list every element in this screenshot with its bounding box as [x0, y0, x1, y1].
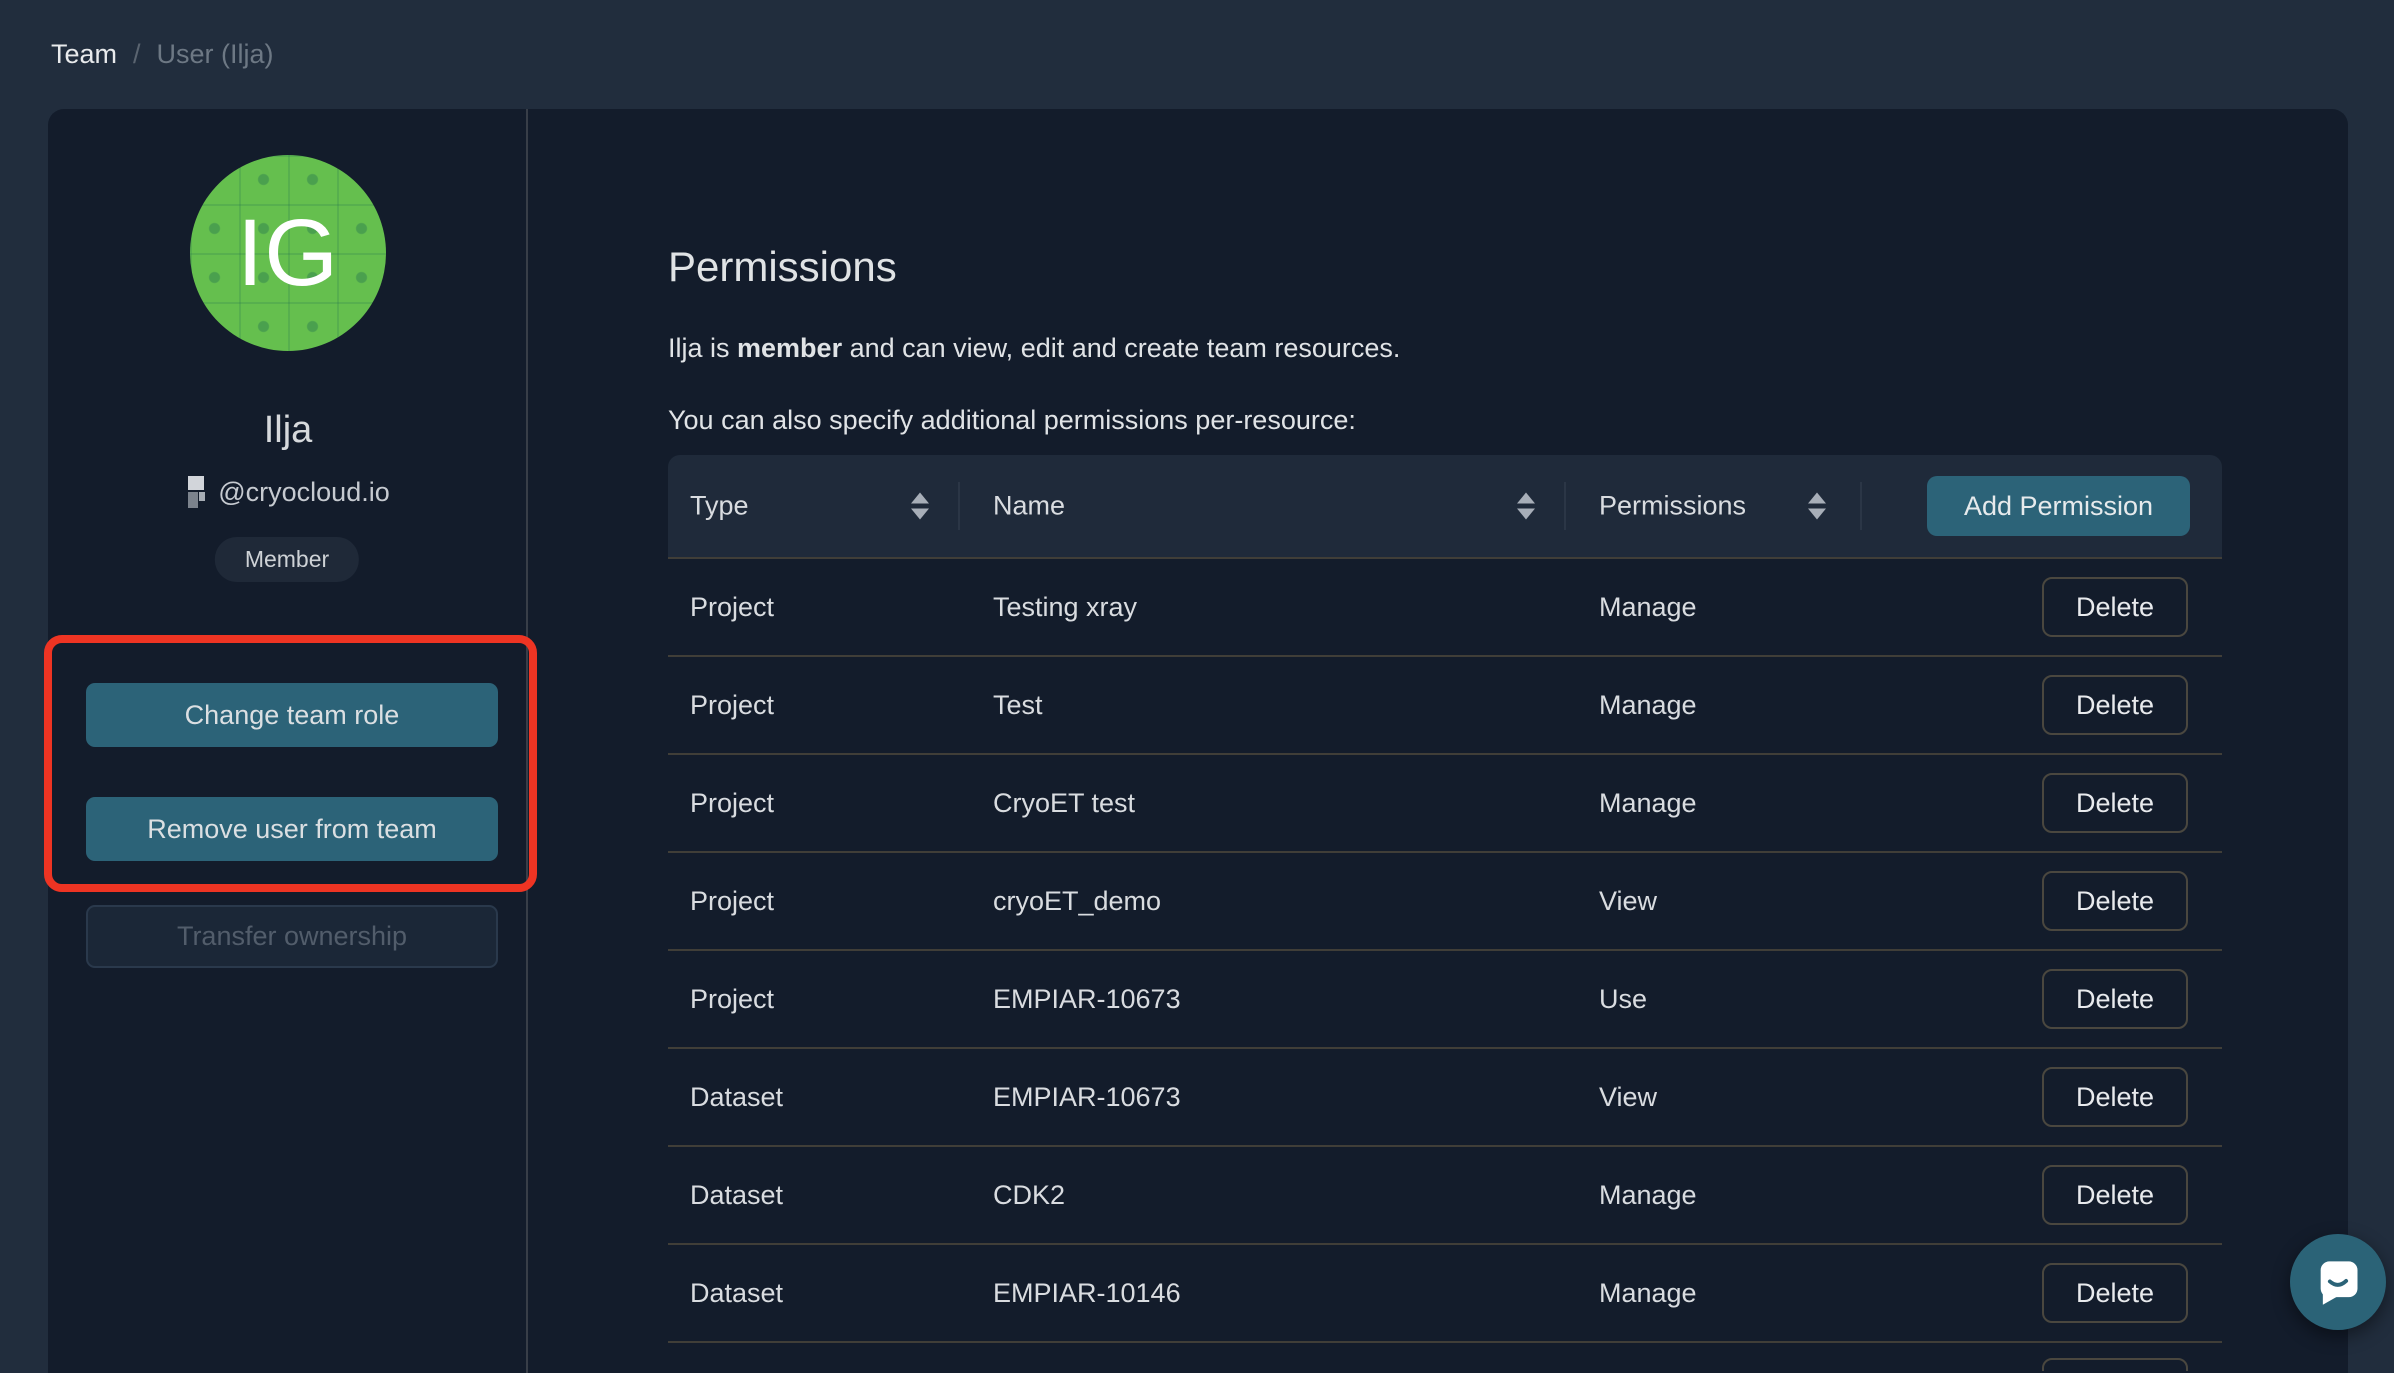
table-row: Project Testing xray Manage Delete — [668, 557, 2222, 655]
add-permission-button[interactable]: Add Permission — [1927, 476, 2190, 536]
delete-button[interactable]: Delete — [2042, 577, 2188, 637]
cell-name: CryoET test — [993, 788, 1599, 819]
chat-widget-button[interactable] — [2290, 1234, 2386, 1330]
cell-permission: Manage — [1599, 788, 2042, 819]
cell-type: Dataset — [690, 1082, 993, 1113]
delete-button[interactable]: Delete — [2042, 1067, 2188, 1127]
delete-button[interactable]: Delete — [2042, 773, 2188, 833]
cell-type: Dataset — [690, 1278, 993, 1309]
table-row: Dataset EMPIAR-10146 Manage Delete — [668, 1243, 2222, 1341]
avatar: IG — [190, 155, 386, 351]
cell-name: Test — [993, 690, 1599, 721]
cell-permission: Use — [1599, 984, 2042, 1015]
cell-type: Project — [690, 984, 993, 1015]
cell-permission: Manage — [1599, 1278, 2042, 1309]
chat-bubble-icon — [2312, 1256, 2364, 1308]
cell-permission: Manage — [1599, 690, 2042, 721]
redacted-pixels-icon — [186, 474, 212, 510]
change-team-role-button[interactable]: Change team role — [86, 683, 498, 747]
header-divider — [1564, 482, 1566, 530]
sort-icon-type[interactable] — [911, 493, 929, 520]
breadcrumb-separator: / — [133, 39, 141, 70]
column-header-permissions: Permissions — [1599, 491, 1746, 522]
avatar-initials: IG — [237, 199, 339, 308]
role-description: Ilja is member and can view, edit and cr… — [668, 333, 1400, 364]
sort-icon-name[interactable] — [1517, 493, 1535, 520]
delete-button[interactable]: Delete — [2042, 1165, 2188, 1225]
role-badge: Member — [215, 537, 359, 582]
column-header-name: Name — [993, 491, 1065, 522]
user-detail-card: IG Ilja @cryocloud.io Member Change team… — [48, 109, 2348, 1373]
table-row: Dataset CDK2 Manage Delete — [668, 1145, 2222, 1243]
delete-button[interactable]: Delete — [2042, 1358, 2188, 1371]
cell-name: EMPIAR-10673 — [993, 984, 1599, 1015]
cell-permission: Manage — [1599, 592, 2042, 623]
table-row: Project EMPIAR-10673 Use Delete — [668, 949, 2222, 1047]
user-name: Ilja — [48, 409, 528, 452]
cell-name: Testing xray — [993, 592, 1599, 623]
cell-permission: Manage — [1599, 1180, 2042, 1211]
cell-permission: View — [1599, 886, 2042, 917]
cell-permission: View — [1599, 1082, 2042, 1113]
permissions-table-header: Type Name Permissions Add Permission — [668, 455, 2222, 557]
cell-name: cryoET_demo — [993, 886, 1599, 917]
cell-name: CDK2 — [993, 1180, 1599, 1211]
column-header-type: Type — [690, 491, 749, 522]
role-description-bold: member — [737, 333, 842, 363]
cell-type: Project — [690, 690, 993, 721]
delete-button[interactable]: Delete — [2042, 675, 2188, 735]
delete-button[interactable]: Delete — [2042, 871, 2188, 931]
table-row: Project Test Manage Delete — [668, 655, 2222, 753]
permissions-table: Type Name Permissions Add Permission Pro… — [668, 455, 2222, 1371]
breadcrumb: Team / User (Ilja) — [51, 0, 274, 109]
table-row: Project cryoET_demo View Delete — [668, 851, 2222, 949]
table-row: Project CryoET test Manage Delete — [668, 753, 2222, 851]
remove-user-from-team-button[interactable]: Remove user from team — [86, 797, 498, 861]
user-email: @cryocloud.io — [218, 477, 389, 508]
header-divider — [958, 482, 960, 530]
table-row-partial: Delete — [668, 1341, 2222, 1371]
user-email-row: @cryocloud.io — [48, 475, 528, 509]
transfer-ownership-button: Transfer ownership — [86, 905, 498, 968]
header-divider — [1860, 482, 1862, 530]
cell-name: EMPIAR-10673 — [993, 1082, 1599, 1113]
cell-type: Dataset — [690, 1180, 993, 1211]
sort-icon-permissions[interactable] — [1808, 493, 1826, 520]
cell-type: Project — [690, 886, 993, 917]
table-row: Dataset EMPIAR-10673 View Delete — [668, 1047, 2222, 1145]
user-profile-sidebar: IG Ilja @cryocloud.io Member Change team… — [48, 109, 528, 1373]
permissions-subtext: You can also specify additional permissi… — [668, 405, 1356, 436]
breadcrumb-current-page: User (Ilja) — [157, 39, 274, 70]
cell-type: Project — [690, 592, 993, 623]
breadcrumb-team-link[interactable]: Team — [51, 39, 117, 70]
page-title: Permissions — [668, 243, 897, 291]
page: Team / User (Ilja) IG Ilja @cryocloud.io… — [0, 0, 2394, 1373]
delete-button[interactable]: Delete — [2042, 1263, 2188, 1323]
delete-button[interactable]: Delete — [2042, 969, 2188, 1029]
cell-name: EMPIAR-10146 — [993, 1278, 1599, 1309]
cell-type: Project — [690, 788, 993, 819]
